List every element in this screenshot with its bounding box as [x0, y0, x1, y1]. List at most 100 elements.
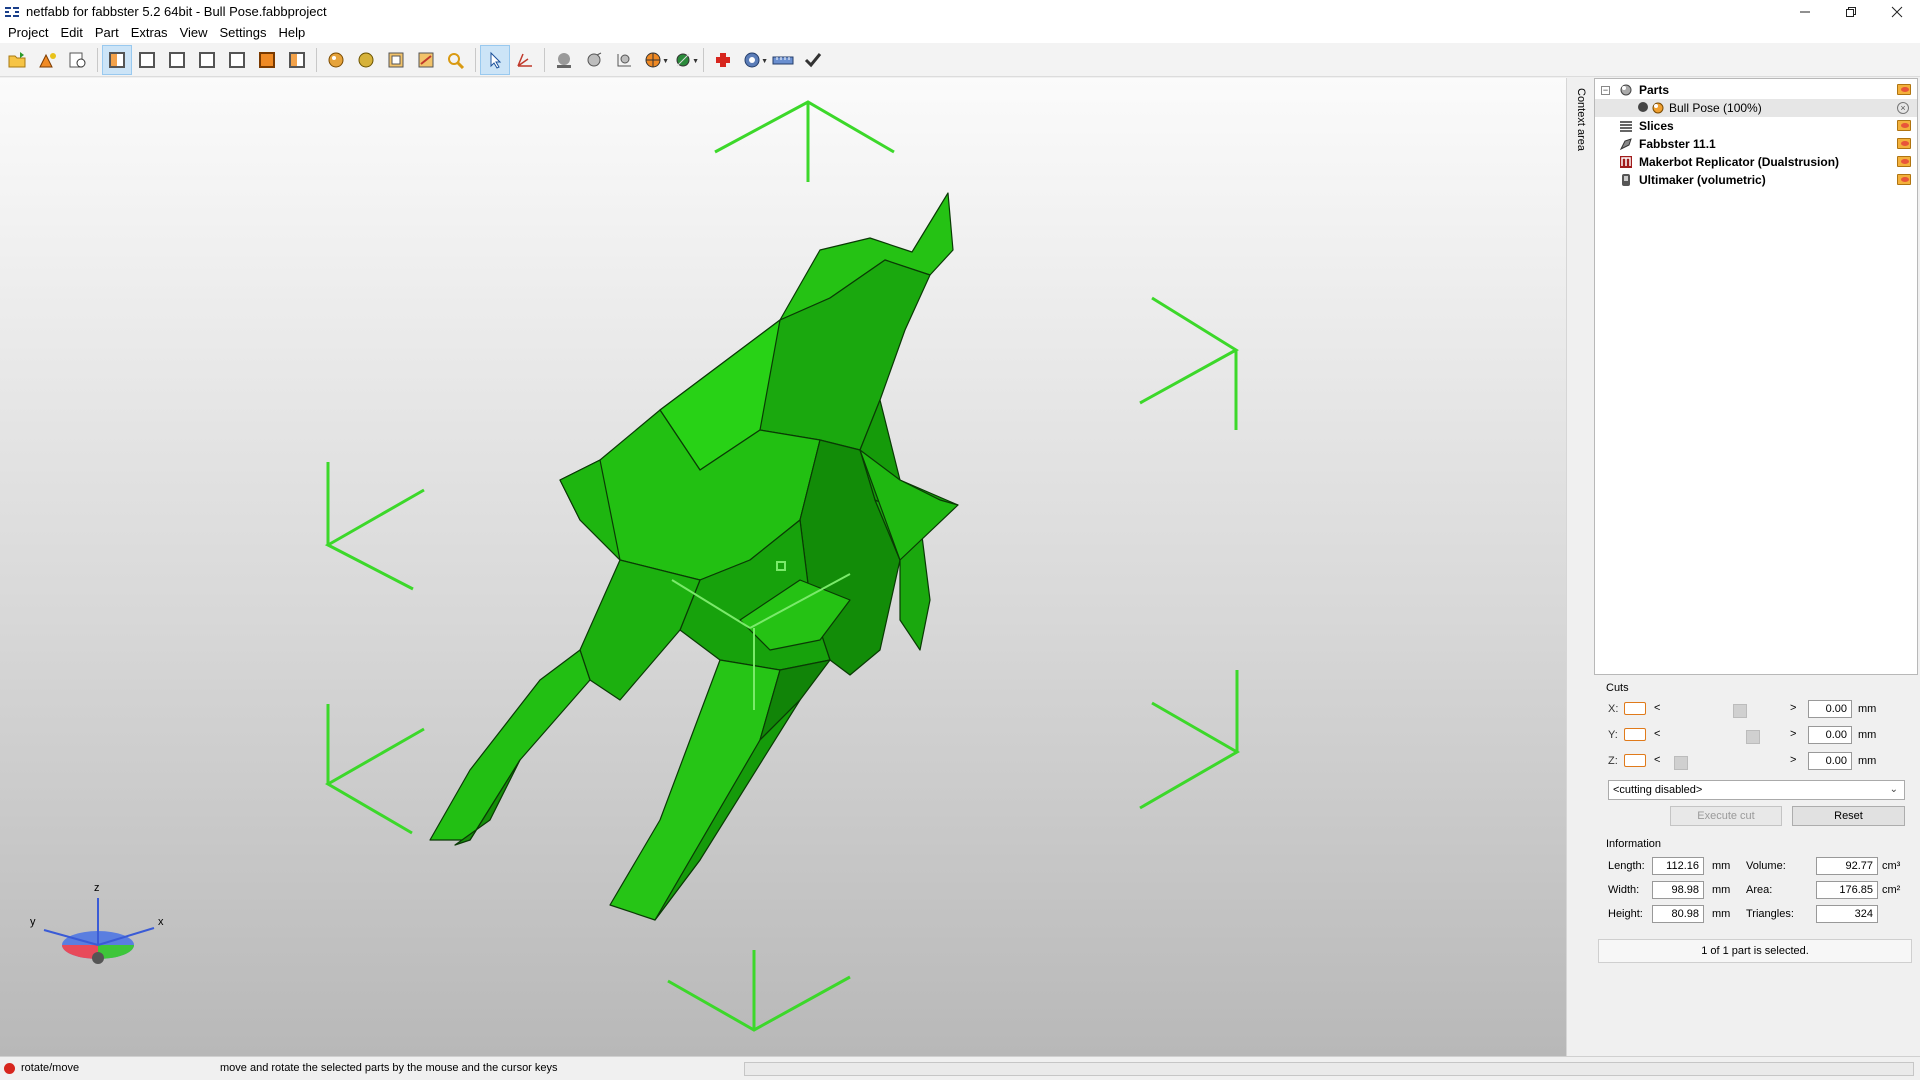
cut-y-toggle[interactable]: [1624, 728, 1646, 741]
execute-cut-button[interactable]: Execute cut: [1670, 806, 1782, 826]
axis-button[interactable]: [609, 45, 639, 75]
folder-icon[interactable]: [1897, 174, 1911, 186]
progress-bar: [744, 1062, 1914, 1076]
collapse-toggle-icon[interactable]: −: [1601, 85, 1610, 95]
view-back-button[interactable]: [162, 45, 192, 75]
view-default-button[interactable]: [102, 44, 132, 75]
add-button[interactable]: [708, 45, 738, 75]
folder-icon[interactable]: [1897, 138, 1911, 150]
display-options-button[interactable]: ▼: [669, 45, 699, 75]
add-part-button[interactable]: [33, 45, 63, 75]
cut-button[interactable]: [381, 45, 411, 75]
context-area-strip[interactable]: Context area: [1566, 78, 1594, 1056]
tree-item-makerbot[interactable]: Makerbot Replicator (Dualstrusion): [1595, 153, 1917, 171]
cuts-panel: Cuts X: < > 0.00 mm Y: < > 0.00 mm Z: < …: [1594, 676, 1918, 838]
checkmark-button[interactable]: [798, 45, 828, 75]
slices-icon: [1620, 121, 1632, 132]
cut-axis-label: Y:: [1608, 729, 1618, 741]
repair-button[interactable]: [321, 45, 351, 75]
menu-project[interactable]: Project: [2, 23, 54, 43]
zoom-button[interactable]: [441, 45, 471, 75]
menu-bar: Project Edit Part Extras View Settings H…: [0, 23, 1920, 43]
view-top-button[interactable]: [252, 45, 282, 75]
measure-icon: [418, 52, 434, 67]
menu-settings[interactable]: Settings: [214, 23, 273, 43]
cut-y-value[interactable]: 0.00: [1808, 726, 1852, 744]
folder-icon[interactable]: [1897, 156, 1911, 168]
view-left-button[interactable]: [192, 45, 222, 75]
height-label: Height:: [1608, 908, 1643, 920]
settings-wheel-button[interactable]: ▼: [738, 45, 768, 75]
cut-unit: mm: [1858, 729, 1877, 741]
slider-thumb[interactable]: [1733, 704, 1747, 718]
report-button[interactable]: [63, 45, 93, 75]
cut-z-decrease[interactable]: <: [1654, 754, 1660, 766]
zoom-icon: [448, 52, 465, 69]
minimize-button[interactable]: [1782, 0, 1828, 23]
slider-thumb[interactable]: [1674, 756, 1688, 770]
slider-thumb[interactable]: [1746, 730, 1760, 744]
repair-icon: [328, 52, 344, 67]
length-value: 112.16: [1652, 857, 1704, 875]
tree-item-slices[interactable]: Slices: [1595, 117, 1917, 135]
cut-x-decrease[interactable]: <: [1654, 702, 1660, 714]
3d-viewport[interactable]: z y x: [0, 78, 1566, 1056]
restore-button[interactable]: [1828, 0, 1874, 23]
cutting-mode-select[interactable]: <cutting disabled> ⌄: [1608, 780, 1905, 800]
remove-part-icon[interactable]: ×: [1897, 102, 1911, 114]
menu-edit[interactable]: Edit: [54, 23, 88, 43]
color-mode-button[interactable]: ▼: [639, 45, 669, 75]
cut-x-value[interactable]: 0.00: [1808, 700, 1852, 718]
cut-axis-label: Z:: [1608, 755, 1618, 767]
close-icon: [1891, 6, 1903, 17]
cut-y-decrease[interactable]: <: [1654, 728, 1660, 740]
volume-unit: cm³: [1882, 860, 1901, 872]
ruler-button[interactable]: [768, 45, 798, 75]
color-mode-icon: [645, 52, 661, 67]
tree-item-fabbster[interactable]: Fabbster 11.1: [1595, 135, 1917, 153]
close-button[interactable]: [1874, 0, 1920, 23]
cut-row-y: Y: < > 0.00 mm: [1608, 726, 1908, 744]
view-left-icon: [199, 51, 215, 68]
open-project-button[interactable]: [3, 45, 33, 75]
tree-item-ultimaker[interactable]: Ultimaker (volumetric): [1595, 171, 1917, 189]
cut-x-slider[interactable]: [1666, 702, 1786, 718]
triangles-label: Triangles:: [1746, 908, 1794, 920]
menu-part[interactable]: Part: [89, 23, 125, 43]
cut-x-toggle[interactable]: [1624, 702, 1646, 715]
tree-item-parts[interactable]: − Parts: [1595, 81, 1917, 99]
menu-help[interactable]: Help: [273, 23, 312, 43]
boolean-button[interactable]: [351, 45, 381, 75]
menu-view[interactable]: View: [174, 23, 214, 43]
select-button[interactable]: [480, 44, 510, 75]
rotate-move-button[interactable]: [510, 45, 540, 75]
cut-row-x: X: < > 0.00 mm: [1608, 700, 1908, 718]
cut-y-increase[interactable]: >: [1790, 728, 1796, 740]
cut-y-slider[interactable]: [1666, 728, 1786, 744]
area-label: Area:: [1746, 884, 1773, 896]
cut-z-toggle[interactable]: [1624, 754, 1646, 767]
folder-icon[interactable]: [1897, 120, 1911, 132]
cut-x-increase[interactable]: >: [1790, 702, 1796, 714]
part-icon: [1652, 102, 1664, 114]
axis-label-x: x: [158, 916, 164, 928]
view-front-button[interactable]: [132, 45, 162, 75]
project-tree[interactable]: − Parts Bull Pose (100%) × Slices Fabbst…: [1594, 78, 1918, 675]
shading-button[interactable]: [549, 45, 579, 75]
minimize-icon: [1800, 11, 1810, 12]
sphere-button[interactable]: [579, 45, 609, 75]
reset-button[interactable]: Reset: [1792, 806, 1905, 826]
title-bar: netfabb for fabbster 5.2 64bit - Bull Po…: [0, 0, 1920, 23]
cut-z-slider[interactable]: [1666, 754, 1786, 770]
measure-button[interactable]: [411, 45, 441, 75]
menu-extras[interactable]: Extras: [125, 23, 174, 43]
tree-item-bull-pose[interactable]: Bull Pose (100%) ×: [1595, 99, 1917, 117]
view-bottom-button[interactable]: [282, 45, 312, 75]
cut-z-increase[interactable]: >: [1790, 754, 1796, 766]
folder-icon[interactable]: [1897, 84, 1911, 96]
cut-z-value[interactable]: 0.00: [1808, 752, 1852, 770]
visibility-dot-icon[interactable]: [1637, 101, 1651, 115]
view-right-button[interactable]: [222, 45, 252, 75]
boolean-icon: [358, 52, 374, 67]
bull-model[interactable]: [429, 192, 959, 921]
